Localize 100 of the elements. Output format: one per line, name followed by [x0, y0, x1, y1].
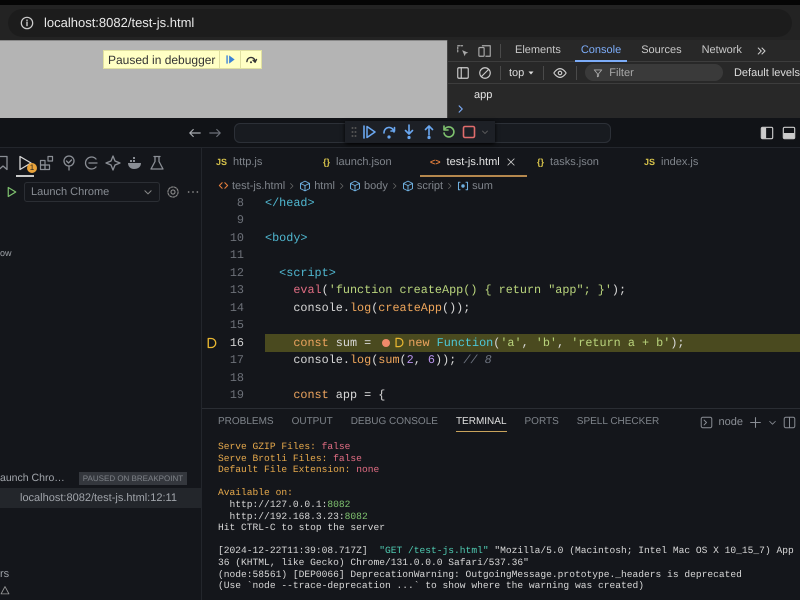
editor-tab[interactable]: JS http.js [206, 148, 313, 177]
panel-tab[interactable]: TERMINAL [456, 412, 506, 432]
code-line: const app = { [292, 387, 386, 404]
editor-tab[interactable]: {} tasks.json [527, 148, 634, 177]
levels-dropdown[interactable]: Default levels [734, 66, 800, 78]
filter-icon [593, 68, 604, 78]
breadcrumb-item[interactable]: script [402, 180, 444, 192]
play-icon[interactable] [6, 185, 18, 199]
line-number: 16 [228, 336, 244, 350]
code-line: </head> [265, 194, 316, 212]
code-line: console.log(createApp()); [292, 300, 472, 316]
console-output: app [473, 88, 494, 103]
panel-tab[interactable]: DEBUG CONSOLE [350, 412, 438, 432]
close-icon[interactable] [506, 156, 516, 166]
devtools-tab[interactable]: Sources [635, 40, 688, 62]
banner-text: Paused in debugger [107, 52, 216, 66]
devtools-tab[interactable]: Console [574, 40, 628, 62]
restart-icon[interactable] [441, 124, 457, 140]
paused-marker-icon [394, 337, 406, 348]
editor-tab[interactable]: {} launch.json [313, 148, 420, 177]
terminal-name[interactable]: node [718, 416, 743, 428]
terminal-icon[interactable] [700, 416, 713, 428]
breakpoint-dot[interactable] [382, 338, 390, 347]
sidebar-toggle-icon[interactable] [456, 66, 470, 80]
line-number: 8 [236, 196, 244, 210]
status-badge: PAUSED ON BREAKPOINT [78, 472, 188, 484]
file-type-icon: {} [323, 156, 330, 166]
code-line: <body> [265, 230, 308, 246]
stack-frame[interactable]: localhost:8082/test-js.html:12:11 [0, 488, 201, 508]
step-over-icon[interactable] [381, 124, 397, 140]
code-line: <script> [278, 264, 337, 282]
panel-tab[interactable]: SPELL CHECKER [576, 412, 660, 432]
context-dropdown[interactable]: top [509, 66, 536, 78]
terminal-line: Serve Brotli Files: false [218, 452, 363, 464]
stop-icon[interactable] [461, 124, 477, 140]
chevron-icon [338, 182, 346, 190]
sidebar-layout-icon[interactable] [760, 126, 774, 140]
line-number: 10 [228, 230, 244, 245]
terminal-line: http://192.168.3.23:8082 [228, 510, 369, 522]
info-icon[interactable] [20, 16, 34, 30]
activity-bar-item[interactable]: 1 [16, 151, 34, 177]
line-number: 12 [228, 266, 244, 280]
devtools-tab[interactable]: Elements [509, 40, 567, 62]
line-number: 9 [236, 213, 244, 228]
breadcrumb-item[interactable]: sum [457, 180, 493, 192]
file-type-icon: {} [537, 156, 544, 166]
extensions-icon [39, 155, 55, 171]
continue-icon[interactable] [361, 124, 377, 140]
warning-icon [0, 586, 10, 595]
panel-tab[interactable]: PORTS [524, 412, 559, 432]
code-line: eval('function createApp() { return "app"; }'); [292, 282, 628, 299]
terminal-line: http://127.0.0.1:8082 [228, 498, 352, 511]
chevron-icon [288, 182, 296, 190]
panel-layout-icon[interactable] [782, 126, 796, 140]
cube-icon [299, 180, 312, 192]
split-icon[interactable] [783, 416, 796, 428]
line-number: 11 [228, 248, 244, 262]
panel-tab[interactable]: OUTPUT [292, 412, 333, 432]
inspect-icon[interactable] [456, 44, 470, 58]
breadcrumb-item[interactable]: test-js.html [218, 180, 286, 192]
grip-icon[interactable] [351, 125, 357, 139]
terminal-line: [2024-12-22T11:39:08.717Z] "GET /test-js.html" "Mozilla/5.0 (Macintosh; Intel Mac OS X 10_15_7) App [218, 545, 795, 557]
tree-icon [61, 155, 77, 171]
editor-tab[interactable]: <> test-js.html [420, 148, 527, 177]
device-icon[interactable] [478, 44, 492, 58]
terminal-line: (Use `node --trace-deprecation ...` to show where the warning was created) [218, 580, 646, 592]
plus-icon[interactable] [749, 416, 762, 428]
run-debug-icon [17, 155, 33, 171]
caret-icon[interactable] [481, 128, 489, 136]
chevron-icon [390, 182, 399, 190]
section-label: ow [0, 248, 13, 260]
eye-icon[interactable] [552, 66, 568, 80]
clear-icon[interactable] [478, 66, 492, 80]
editor-tab[interactable]: JS index.js [634, 148, 741, 177]
cube-icon [402, 180, 414, 192]
line-number: 13 [228, 283, 244, 298]
terminal-line: Serve GZIP Files: false [218, 441, 352, 453]
flask-icon [149, 155, 165, 171]
settings-icon[interactable] [166, 185, 180, 199]
devtools-tab[interactable]: Network [696, 40, 748, 62]
breadcrumb-item[interactable]: html [299, 180, 335, 192]
line-number: 17 [228, 353, 244, 368]
launch-config-dropdown[interactable]: Launch Chrome [24, 182, 160, 202]
resume-icon [224, 54, 237, 65]
file-type-icon: <> [430, 156, 441, 166]
terminal-line: (node:58561) [DEP0066] DeprecationWarning: OutgoingMessage.prototype._headers is deprecated [218, 568, 743, 580]
session-name[interactable]: aunch Chro… [0, 472, 65, 484]
panel-tab[interactable]: PROBLEMS [218, 412, 274, 432]
sparkle-icon [105, 155, 121, 171]
chevron-icon [446, 182, 454, 190]
filter-field[interactable]: Filter [585, 64, 724, 81]
more-tabs-icon[interactable] [756, 44, 768, 56]
count-badge: 1 [27, 163, 37, 173]
breadcrumb-item[interactable]: body [348, 180, 388, 192]
code-line: console.log(sum(2, 6)); // 8 [292, 352, 493, 369]
address-bar[interactable]: localhost:8082/test-js.html [8, 8, 792, 36]
line-number: 18 [228, 370, 244, 385]
step-over-icon [244, 54, 258, 65]
variable-icon [457, 180, 470, 192]
file-type-icon: JS [216, 156, 228, 166]
